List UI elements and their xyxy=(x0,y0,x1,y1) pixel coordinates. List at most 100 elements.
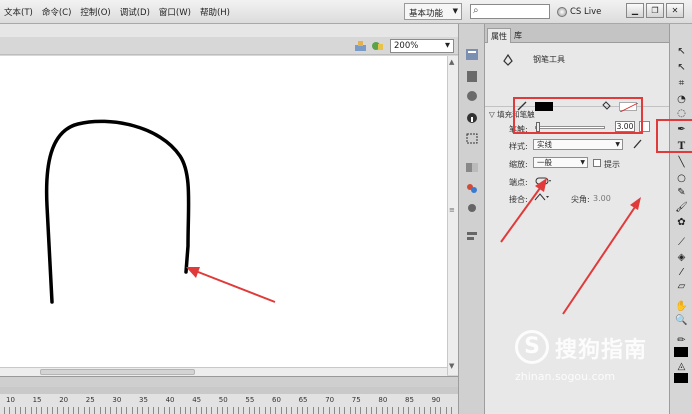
line-tool-icon[interactable]: ╲ xyxy=(675,157,688,169)
edit-scene-icon[interactable] xyxy=(371,40,384,52)
cap-type-icon[interactable] xyxy=(535,176,551,186)
zoom-tool-icon[interactable]: 🔍 xyxy=(675,315,688,327)
properties-panel-icon[interactable] xyxy=(465,48,479,61)
tab-properties[interactable]: 属性 xyxy=(487,28,511,43)
transform-icon[interactable] xyxy=(465,132,479,145)
3d-rotation-tool-icon[interactable]: ◔ xyxy=(675,94,688,106)
ruler-tick xyxy=(371,407,373,414)
stage-canvas[interactable] xyxy=(0,56,447,367)
edit-stroke-style-icon[interactable] xyxy=(632,138,643,150)
ruler-tick xyxy=(89,407,91,414)
ruler-number: 70 xyxy=(325,396,335,404)
panel-tab-bar: 属性 库 xyxy=(485,24,669,43)
ruler-tick xyxy=(333,407,335,414)
deco-tool-icon[interactable]: ✿ xyxy=(675,217,688,229)
brush-tool-icon[interactable]: 🖌 xyxy=(675,202,688,214)
selection-tool-icon[interactable]: ↖ xyxy=(675,46,688,58)
menu-control[interactable]: 控制(O) xyxy=(80,6,110,18)
zoom-value: 200% xyxy=(394,41,419,51)
horizontal-scrollbar[interactable] xyxy=(0,367,447,376)
ruler-tick xyxy=(285,407,287,414)
ruler-tick xyxy=(174,407,176,414)
ruler-tick xyxy=(216,407,218,414)
scroll-up-icon[interactable]: ▲ xyxy=(449,58,454,66)
ruler-tick xyxy=(328,407,330,414)
subselection-tool-icon[interactable]: ↖ xyxy=(675,62,688,74)
scroll-down-icon[interactable]: ▼ xyxy=(449,362,454,370)
ruler-tick xyxy=(190,407,192,414)
cs-live-button[interactable]: CS Live xyxy=(557,4,601,20)
ruler-tick xyxy=(312,407,314,414)
chevron-down-icon: ▼ xyxy=(615,141,620,148)
components-icon[interactable] xyxy=(465,161,479,174)
hint-checkbox[interactable] xyxy=(593,159,601,167)
ruler-number: 55 xyxy=(245,396,255,404)
vertical-scrollbar[interactable]: ▲ ≡ ▼ xyxy=(447,56,458,375)
search-icon: ⌕ xyxy=(473,5,479,16)
cap-label: 端点: xyxy=(509,178,528,187)
swatches-icon[interactable] xyxy=(465,182,479,195)
annotation-box-pen-tool xyxy=(656,119,692,153)
ruler-tick xyxy=(445,407,447,414)
ruler-number: 85 xyxy=(405,396,414,404)
edit-symbols-icon[interactable] xyxy=(354,40,367,52)
menu-help[interactable]: 帮助(H) xyxy=(200,6,230,18)
scale-select[interactable]: 一般 ▼ xyxy=(533,157,588,168)
menu-commands[interactable]: 命令(C) xyxy=(42,6,72,18)
cs-live-icon xyxy=(557,7,567,17)
restore-button[interactable]: ❐ xyxy=(646,3,664,18)
miter-value[interactable]: 3.00 xyxy=(593,194,611,203)
menu-debug[interactable]: 调试(D) xyxy=(120,6,150,18)
bone-tool-icon[interactable]: ⟋ xyxy=(675,237,688,249)
ruler-tick xyxy=(344,407,346,414)
hand-tool-icon[interactable]: ✋ xyxy=(675,301,688,313)
horizontal-scroll-thumb[interactable] xyxy=(40,369,195,375)
ruler-tick xyxy=(99,407,101,414)
stroke-style-select[interactable]: 实线 ▼ xyxy=(533,139,623,150)
help-search-input[interactable]: ⌕ xyxy=(470,4,550,19)
menu-text[interactable]: 文本(T) xyxy=(4,6,33,18)
close-button[interactable]: ✕ xyxy=(666,3,684,18)
menu-window[interactable]: 窗口(W) xyxy=(159,6,191,18)
tool-name: 钢笔工具 xyxy=(533,55,565,64)
color-icon[interactable] xyxy=(465,202,479,215)
ruler-number: 45 xyxy=(192,396,202,404)
free-transform-tool-icon[interactable]: ⌗ xyxy=(675,78,688,90)
ruler-tick xyxy=(41,407,43,414)
eyedropper-tool-icon[interactable]: ⁄ xyxy=(675,267,688,279)
eraser-tool-icon[interactable]: ▱ xyxy=(675,281,688,293)
ruler-tick xyxy=(142,407,144,414)
watermark-brand: 搜狗指南 xyxy=(555,338,648,363)
frame-ruler[interactable]: 10 15 20 25 30 35 40 45 50 55 60 65 70 75 80 85 90 xyxy=(0,394,458,414)
align-icon[interactable] xyxy=(465,230,479,243)
info-icon[interactable] xyxy=(465,112,479,125)
ruler-tick xyxy=(248,407,250,414)
motion-presets-icon[interactable] xyxy=(465,90,479,103)
minimize-button[interactable]: ▁ xyxy=(626,3,644,18)
join-type-icon[interactable] xyxy=(533,192,549,202)
ruler-tick xyxy=(211,407,213,414)
ruler-tick xyxy=(46,407,48,414)
pencil-tool-icon[interactable]: ✎ xyxy=(675,187,688,199)
ruler-tick xyxy=(291,407,293,414)
ruler-tick xyxy=(270,407,271,414)
ruler-tick xyxy=(110,407,112,414)
ruler-number: 60 xyxy=(272,396,281,404)
ruler-tick xyxy=(365,407,367,414)
oval-tool-icon[interactable]: ○ xyxy=(675,173,688,185)
window-controls: ▁ ❐ ✕ xyxy=(626,3,684,18)
pen-tool-icon xyxy=(503,54,513,66)
zoom-select[interactable]: 200% ▼ xyxy=(390,39,454,53)
library-panel-icon[interactable] xyxy=(465,70,479,83)
chevron-down-icon: ▼ xyxy=(445,41,450,49)
ruler-tick xyxy=(238,407,240,414)
scroll-grip-icon[interactable]: ≡ xyxy=(449,206,455,214)
ruler-tick xyxy=(392,407,394,414)
workspace-switcher[interactable]: 基本功能 ▼ xyxy=(404,3,462,20)
ruler-tick xyxy=(440,407,442,414)
ruler-tick xyxy=(413,407,415,414)
paint-bucket-tool-icon[interactable]: ◈ xyxy=(675,252,688,264)
ruler-tick xyxy=(349,407,351,414)
ruler-tick xyxy=(264,407,266,414)
tab-library[interactable]: 库 xyxy=(511,28,525,43)
